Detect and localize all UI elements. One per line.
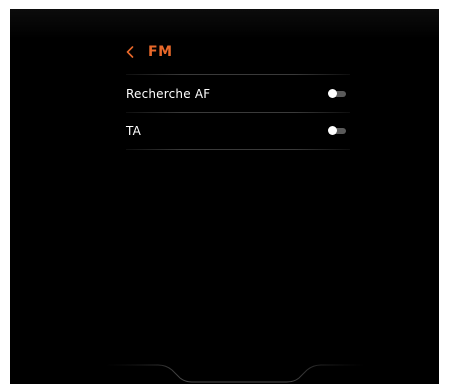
page-title: FM: [148, 44, 173, 60]
toggle-knob: [328, 126, 337, 135]
divider: [126, 74, 350, 75]
toggle-switch[interactable]: [328, 89, 348, 99]
setting-label: TA: [126, 124, 142, 138]
divider: [126, 149, 350, 150]
chevron-left-icon[interactable]: [126, 43, 138, 61]
toggle-switch[interactable]: [328, 126, 348, 136]
top-fade: [10, 9, 439, 39]
infotainment-screen: FM Recherche AF TA: [10, 9, 439, 384]
setting-row-ta[interactable]: TA: [126, 113, 350, 149]
bottom-bezel-curve: [105, 364, 365, 383]
setting-row-recherche-af[interactable]: Recherche AF: [126, 76, 350, 112]
page-header: FM: [126, 41, 173, 63]
toggle-knob: [328, 89, 337, 98]
setting-label: Recherche AF: [126, 87, 211, 101]
